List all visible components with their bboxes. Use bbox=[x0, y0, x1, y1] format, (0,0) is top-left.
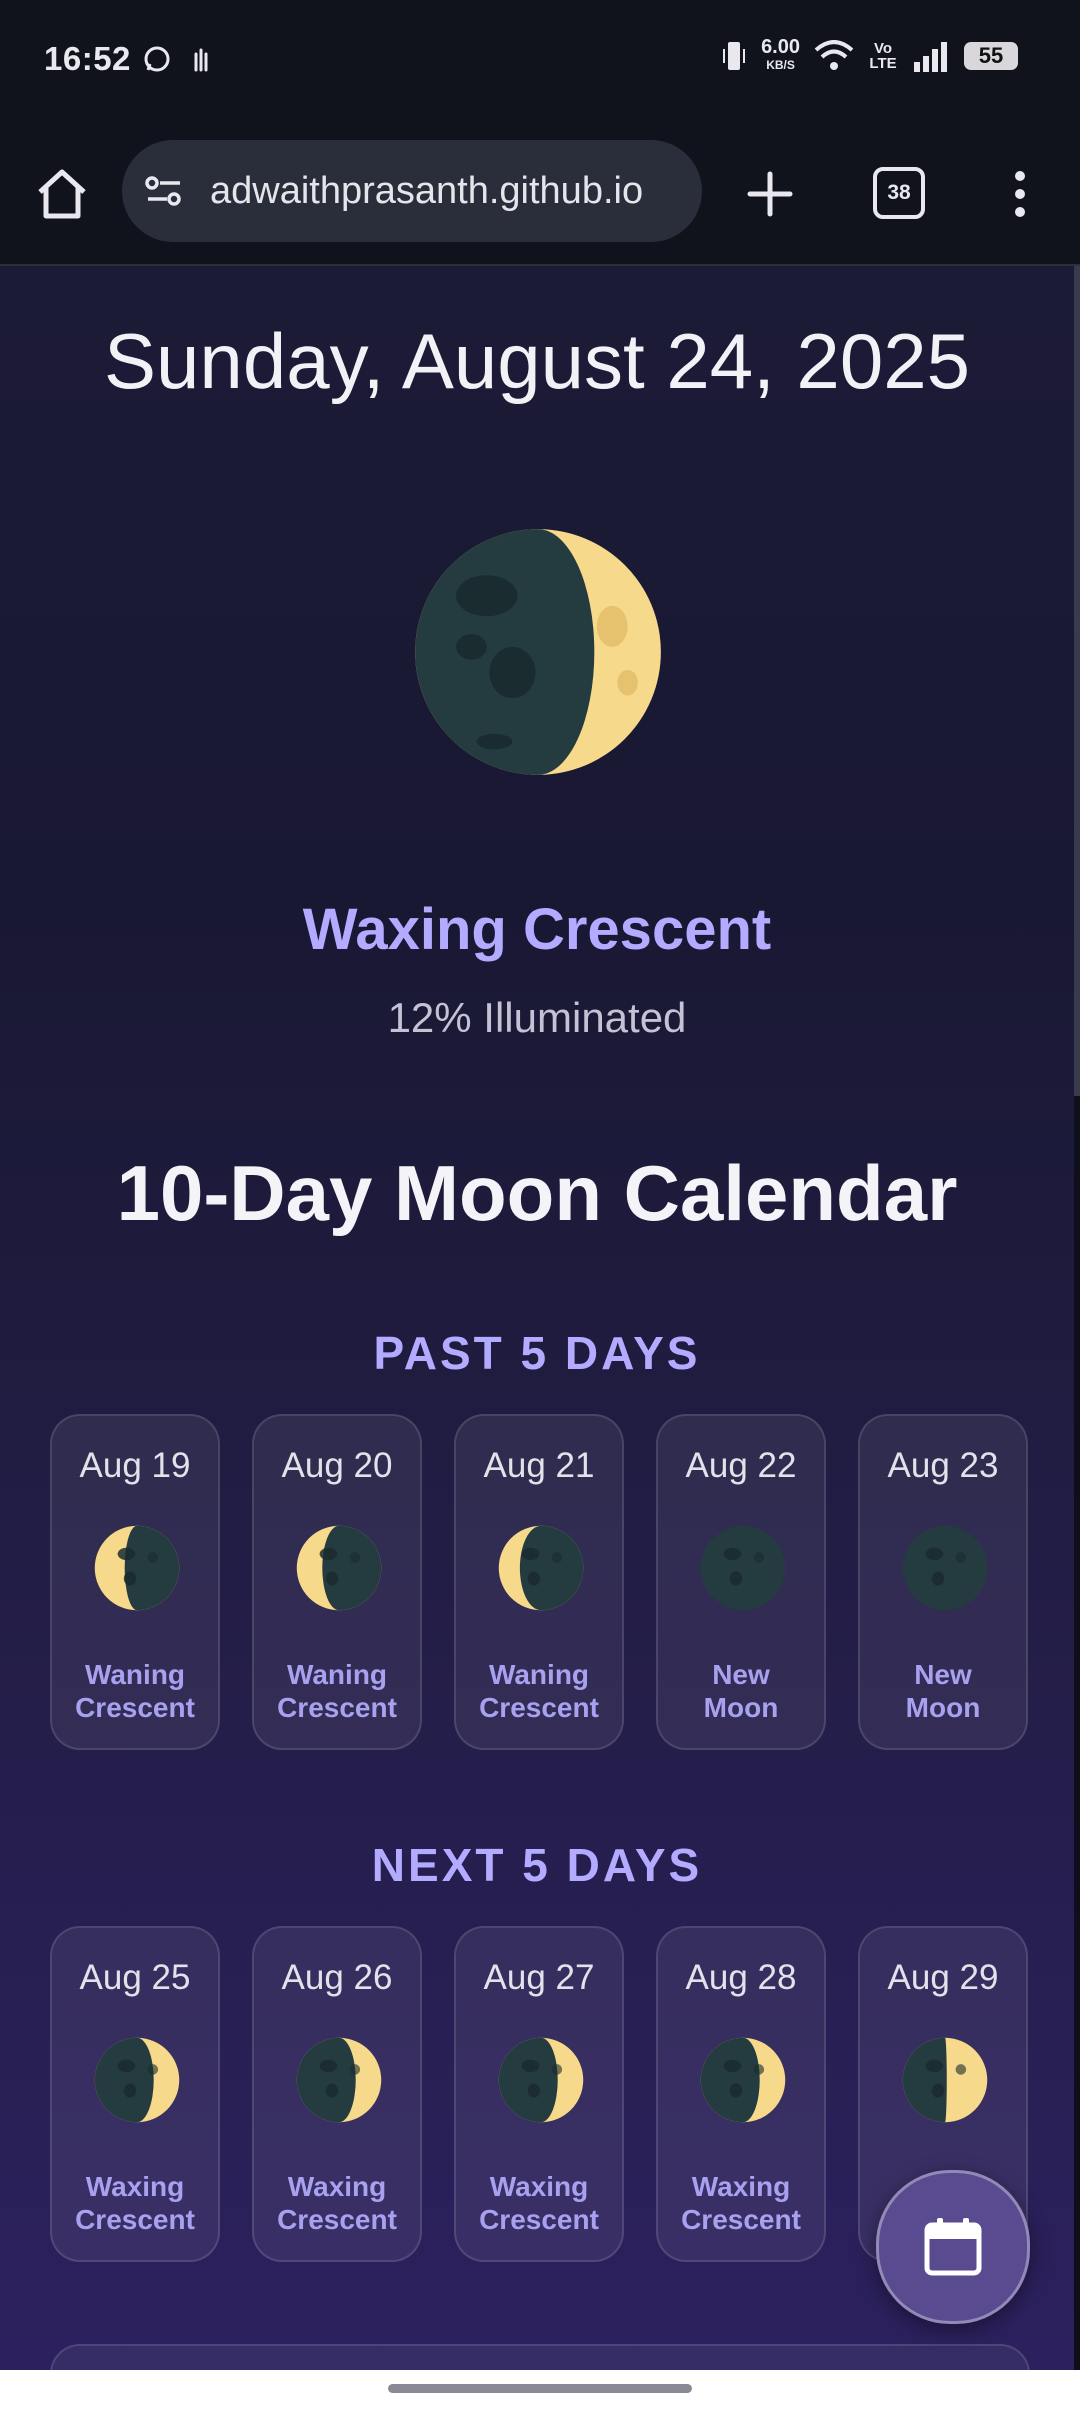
phase-name: Waxing Crescent bbox=[302, 897, 772, 962]
moon-phase-icon bbox=[296, 1525, 382, 1611]
whatsapp-icon bbox=[144, 46, 170, 72]
day-card[interactable]: Aug 28 Waxing Crescent bbox=[656, 1926, 826, 2262]
gesture-handle[interactable] bbox=[388, 2384, 692, 2393]
day-card[interactable]: Aug 22 New Moon bbox=[656, 1414, 826, 1750]
new-tab-icon[interactable] bbox=[740, 164, 800, 224]
site-settings-icon[interactable] bbox=[140, 167, 188, 215]
day-date: Aug 25 bbox=[79, 1958, 191, 1997]
day-card[interactable]: Aug 20 Waning Crescent bbox=[252, 1414, 422, 1750]
day-card[interactable]: Aug 25 Waxing Crescent bbox=[50, 1926, 220, 2262]
day-card[interactable]: Aug 19 Waning Crescent bbox=[50, 1414, 220, 1750]
signal-icon bbox=[914, 42, 947, 72]
day-card[interactable]: Aug 21 Waning Crescent bbox=[454, 1414, 624, 1750]
day-date: Aug 20 bbox=[281, 1446, 393, 1485]
tab-switcher-button[interactable]: 38 bbox=[873, 167, 925, 219]
day-phase: Waxing Crescent bbox=[479, 2171, 599, 2235]
day-date: Aug 26 bbox=[281, 1958, 393, 1997]
day-date: Aug 29 bbox=[887, 1958, 999, 1997]
status-bar: 16:52 6.00 KB/S Vo LTE 55 bbox=[0, 0, 1080, 124]
moon-phase-icon bbox=[902, 1525, 988, 1611]
day-date: Aug 21 bbox=[483, 1446, 595, 1485]
moon-phase-icon bbox=[94, 1525, 180, 1611]
status-time: 16:52 bbox=[44, 40, 131, 77]
calendar-fab-button[interactable] bbox=[876, 2170, 1030, 2324]
day-date: Aug 28 bbox=[685, 1958, 797, 1997]
day-phase: Waning Crescent bbox=[75, 1659, 195, 1723]
next-days-row: Aug 25 Waxing Crescent Aug 26 Waxing Crescent… bbox=[50, 1926, 1028, 2262]
day-date: Aug 27 bbox=[483, 1958, 595, 1997]
day-phase: Waxing Crescent bbox=[277, 2171, 397, 2235]
notification-icons bbox=[142, 44, 216, 74]
current-date: Sunday, August 24, 2025 bbox=[104, 317, 970, 405]
moon-phase-icon bbox=[700, 2037, 786, 2123]
day-date: Aug 22 bbox=[685, 1446, 797, 1485]
wifi-icon bbox=[814, 40, 854, 70]
day-phase: Waxing Crescent bbox=[75, 2171, 195, 2235]
moon-phase-icon bbox=[700, 1525, 786, 1611]
moon-phase-icon bbox=[296, 2037, 382, 2123]
day-phase: New Moon bbox=[703, 1659, 779, 1723]
moon-phase-icon bbox=[415, 529, 661, 775]
day-date: Aug 23 bbox=[887, 1446, 999, 1485]
calendar-icon bbox=[924, 2218, 982, 2276]
past-days-row: Aug 19 Waning Crescent Aug 20 Waning Crescent… bbox=[50, 1414, 1028, 1750]
battery-indicator: 55 bbox=[964, 42, 1018, 70]
moon-phase-icon bbox=[498, 1525, 584, 1611]
vibrate-icon bbox=[723, 42, 746, 70]
browser-toolbar: adwaithprasanth.github.io 38 bbox=[0, 124, 1080, 266]
day-phase: Waxing Crescent bbox=[681, 2171, 801, 2235]
gesture-icon bbox=[194, 48, 208, 72]
scrollbar[interactable] bbox=[1074, 266, 1080, 1096]
next-days-title: NEXT 5 DAYS bbox=[371, 1839, 703, 1891]
address-bar[interactable]: adwaithprasanth.github.io bbox=[122, 140, 702, 242]
day-phase: Waning Crescent bbox=[479, 1659, 599, 1723]
day-phase: Waning Crescent bbox=[277, 1659, 397, 1723]
network-speed: 6.00 KB/S bbox=[761, 36, 800, 72]
url-text[interactable]: adwaithprasanth.github.io bbox=[210, 170, 680, 213]
home-icon[interactable] bbox=[32, 164, 92, 224]
day-card[interactable]: Aug 23 New Moon bbox=[858, 1414, 1028, 1750]
system-icons: 6.00 KB/S Vo LTE 55 bbox=[721, 36, 1018, 74]
moon-phase-icon bbox=[94, 2037, 180, 2123]
day-date: Aug 19 bbox=[79, 1446, 191, 1485]
moon-phase-icon bbox=[902, 2037, 988, 2123]
illumination-text: 12% Illuminated bbox=[387, 994, 687, 1041]
day-phase: New Moon bbox=[905, 1659, 981, 1723]
past-days-title: PAST 5 DAYS bbox=[373, 1327, 701, 1379]
page-content: Sunday, August 24, 2025 Waxing Crescent … bbox=[0, 266, 1074, 2412]
volte-indicator: Vo LTE bbox=[869, 40, 897, 72]
day-card[interactable]: Aug 26 Waxing Crescent bbox=[252, 1926, 422, 2262]
calendar-title: 10-Day Moon Calendar bbox=[116, 1149, 958, 1237]
moon-phase-icon bbox=[498, 2037, 584, 2123]
day-card[interactable]: Aug 27 Waxing Crescent bbox=[454, 1926, 624, 2262]
more-menu-icon[interactable] bbox=[1000, 164, 1040, 224]
